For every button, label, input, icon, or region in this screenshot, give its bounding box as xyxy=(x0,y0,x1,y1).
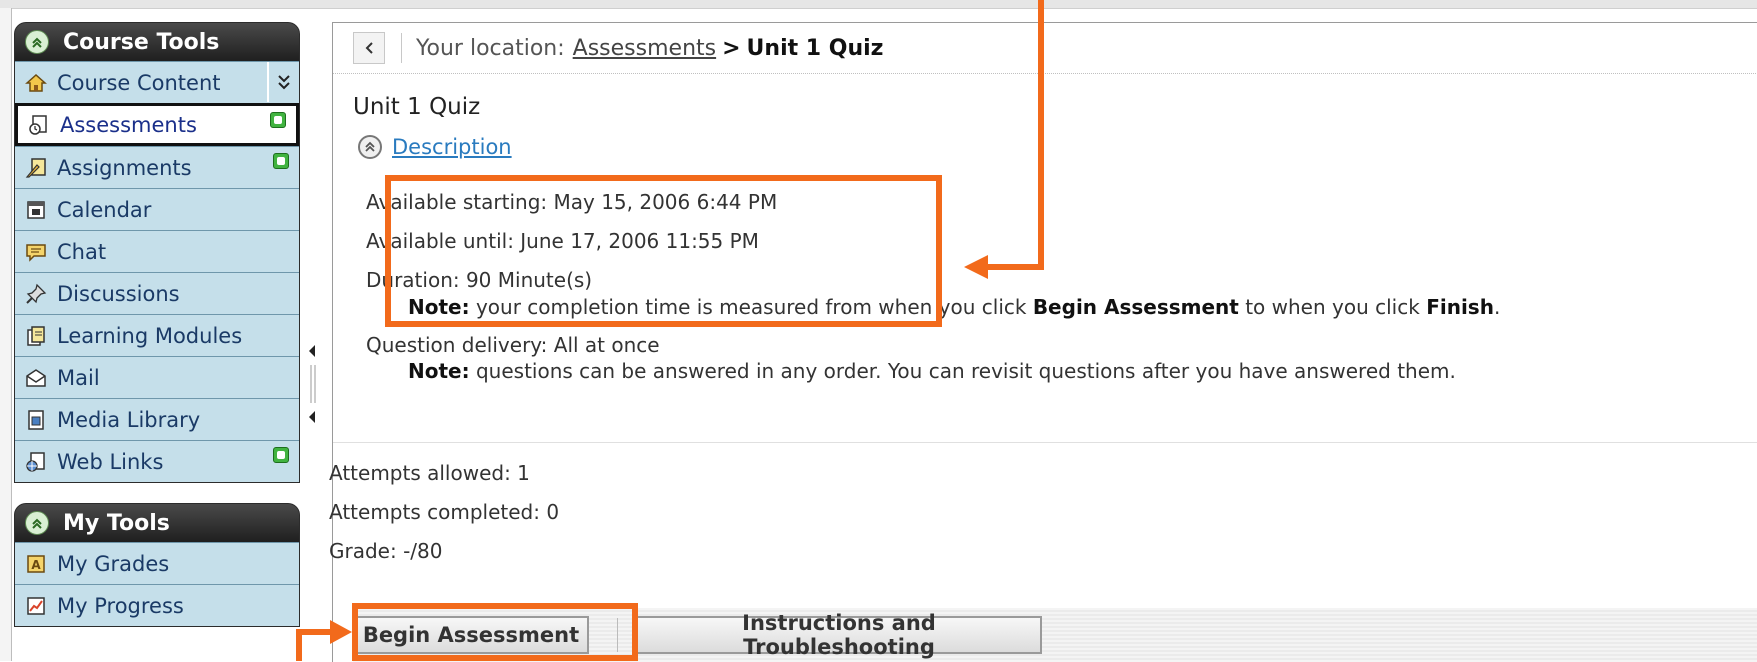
page-title: Unit 1 Quiz xyxy=(353,94,481,120)
delivery-note: Note: questions can be answered in any o… xyxy=(408,359,1456,383)
back-button[interactable] xyxy=(353,32,385,64)
note-text: questions can be answered in any order. … xyxy=(469,359,1456,383)
media-library-icon xyxy=(25,409,47,431)
collapse-icon[interactable] xyxy=(25,30,49,54)
note-bold: Finish xyxy=(1426,295,1494,319)
new-content-icon xyxy=(273,153,289,169)
calendar-icon xyxy=(25,199,47,221)
sidebar-item-chat[interactable]: Chat xyxy=(15,230,299,272)
begin-assessment-highlight-box xyxy=(352,603,638,661)
divider xyxy=(401,33,402,63)
note-bold: Begin Assessment xyxy=(1032,295,1239,319)
arrow-head-icon xyxy=(330,620,352,644)
note-label: Note: xyxy=(408,359,470,383)
availability-highlight-box xyxy=(385,175,942,327)
learning-modules-icon xyxy=(25,325,47,347)
sidebar-item-course-content[interactable]: Course Content xyxy=(15,61,299,103)
sidebar-item-discussions[interactable]: Discussions xyxy=(15,272,299,314)
sidebar-item-mail[interactable]: Mail xyxy=(15,356,299,398)
sidebar-item-label: Web Links xyxy=(57,449,164,474)
new-content-icon xyxy=(270,112,286,128)
attempts-allowed: Attempts allowed: 1 xyxy=(329,461,530,485)
sidebar-item-label: Calendar xyxy=(57,197,152,222)
sidebar-item-my-progress[interactable]: My Progress xyxy=(15,584,299,626)
sidebar-item-label: Assignments xyxy=(57,155,192,180)
breadcrumb-prefix: Your location: xyxy=(416,35,565,61)
pushpin-icon xyxy=(25,283,47,305)
assessment-icon xyxy=(28,114,50,136)
sidebar-item-web-links[interactable]: Web Links xyxy=(15,440,299,482)
question-delivery: Question delivery: All at once xyxy=(366,333,660,357)
sidebar-splitter[interactable] xyxy=(304,335,324,435)
annotation-arrow-line xyxy=(985,264,1044,270)
sidebar-item-label: Course Content xyxy=(57,70,221,95)
sidebar-item-label: Learning Modules xyxy=(57,323,243,348)
sidebar-item-assignments[interactable]: Assignments xyxy=(15,146,299,188)
breadcrumb-link-assessments[interactable]: Assessments xyxy=(573,36,716,61)
sidebar-item-assessments[interactable]: Assessments xyxy=(15,103,299,146)
expand-menu-button[interactable] xyxy=(267,62,299,102)
section-divider xyxy=(333,442,1757,443)
my-tools-panel: My Tools A My Grades My Progress xyxy=(14,503,300,627)
sidebar-item-label: Media Library xyxy=(57,407,201,432)
sidebar-item-label: Chat xyxy=(57,239,107,264)
sidebar-item-media-library[interactable]: Media Library xyxy=(15,398,299,440)
instructions-troubleshooting-button[interactable]: Instructions and Troubleshooting xyxy=(636,611,1042,659)
left-frame-edge xyxy=(0,8,12,661)
sidebar-item-label: My Grades xyxy=(57,551,170,576)
annotation-arrow-line xyxy=(1038,0,1044,270)
note-text: . xyxy=(1493,295,1501,319)
breadcrumb: Your location: Assessments > Unit 1 Quiz xyxy=(333,23,1757,74)
attempts-completed: Attempts completed: 0 xyxy=(329,500,560,524)
new-content-icon xyxy=(273,447,289,463)
home-icon xyxy=(25,72,47,94)
mail-icon xyxy=(25,367,47,389)
description-link[interactable]: Description xyxy=(392,135,512,159)
course-tools-panel: Course Tools Course Content Assessments … xyxy=(14,22,300,483)
chat-icon xyxy=(25,241,47,263)
breadcrumb-separator: > xyxy=(722,35,741,61)
sidebar-item-label: My Progress xyxy=(57,593,184,618)
top-bar xyxy=(0,0,1757,9)
sidebar: Course Tools Course Content Assessments … xyxy=(14,22,300,627)
my-tools-header[interactable]: My Tools xyxy=(15,504,299,542)
grade: Grade: -/80 xyxy=(329,539,443,563)
main-content: Your location: Assessments > Unit 1 Quiz… xyxy=(329,22,1757,662)
collapse-icon[interactable] xyxy=(358,135,382,159)
assignment-icon xyxy=(25,157,47,179)
sidebar-item-label: Assessments xyxy=(60,112,197,137)
collapse-icon[interactable] xyxy=(25,511,49,535)
grades-icon: A xyxy=(25,553,47,575)
description-toggle[interactable]: Description xyxy=(358,135,512,159)
sidebar-item-my-grades[interactable]: A My Grades xyxy=(15,542,299,584)
chevron-left-icon xyxy=(365,42,373,54)
svg-text:A: A xyxy=(31,558,41,572)
sidebar-item-calendar[interactable]: Calendar xyxy=(15,188,299,230)
arrow-head-icon xyxy=(964,255,988,279)
sidebar-item-learning-modules[interactable]: Learning Modules xyxy=(15,314,299,356)
my-tools-title: My Tools xyxy=(63,510,170,536)
web-links-icon xyxy=(25,451,47,473)
course-tools-title: Course Tools xyxy=(63,29,220,55)
breadcrumb-current: Unit 1 Quiz xyxy=(746,35,884,61)
course-tools-header[interactable]: Course Tools xyxy=(15,23,299,61)
progress-chart-icon xyxy=(25,595,47,617)
sidebar-item-label: Discussions xyxy=(57,281,180,306)
note-text: to when you click xyxy=(1238,295,1427,319)
sidebar-item-label: Mail xyxy=(57,365,100,390)
